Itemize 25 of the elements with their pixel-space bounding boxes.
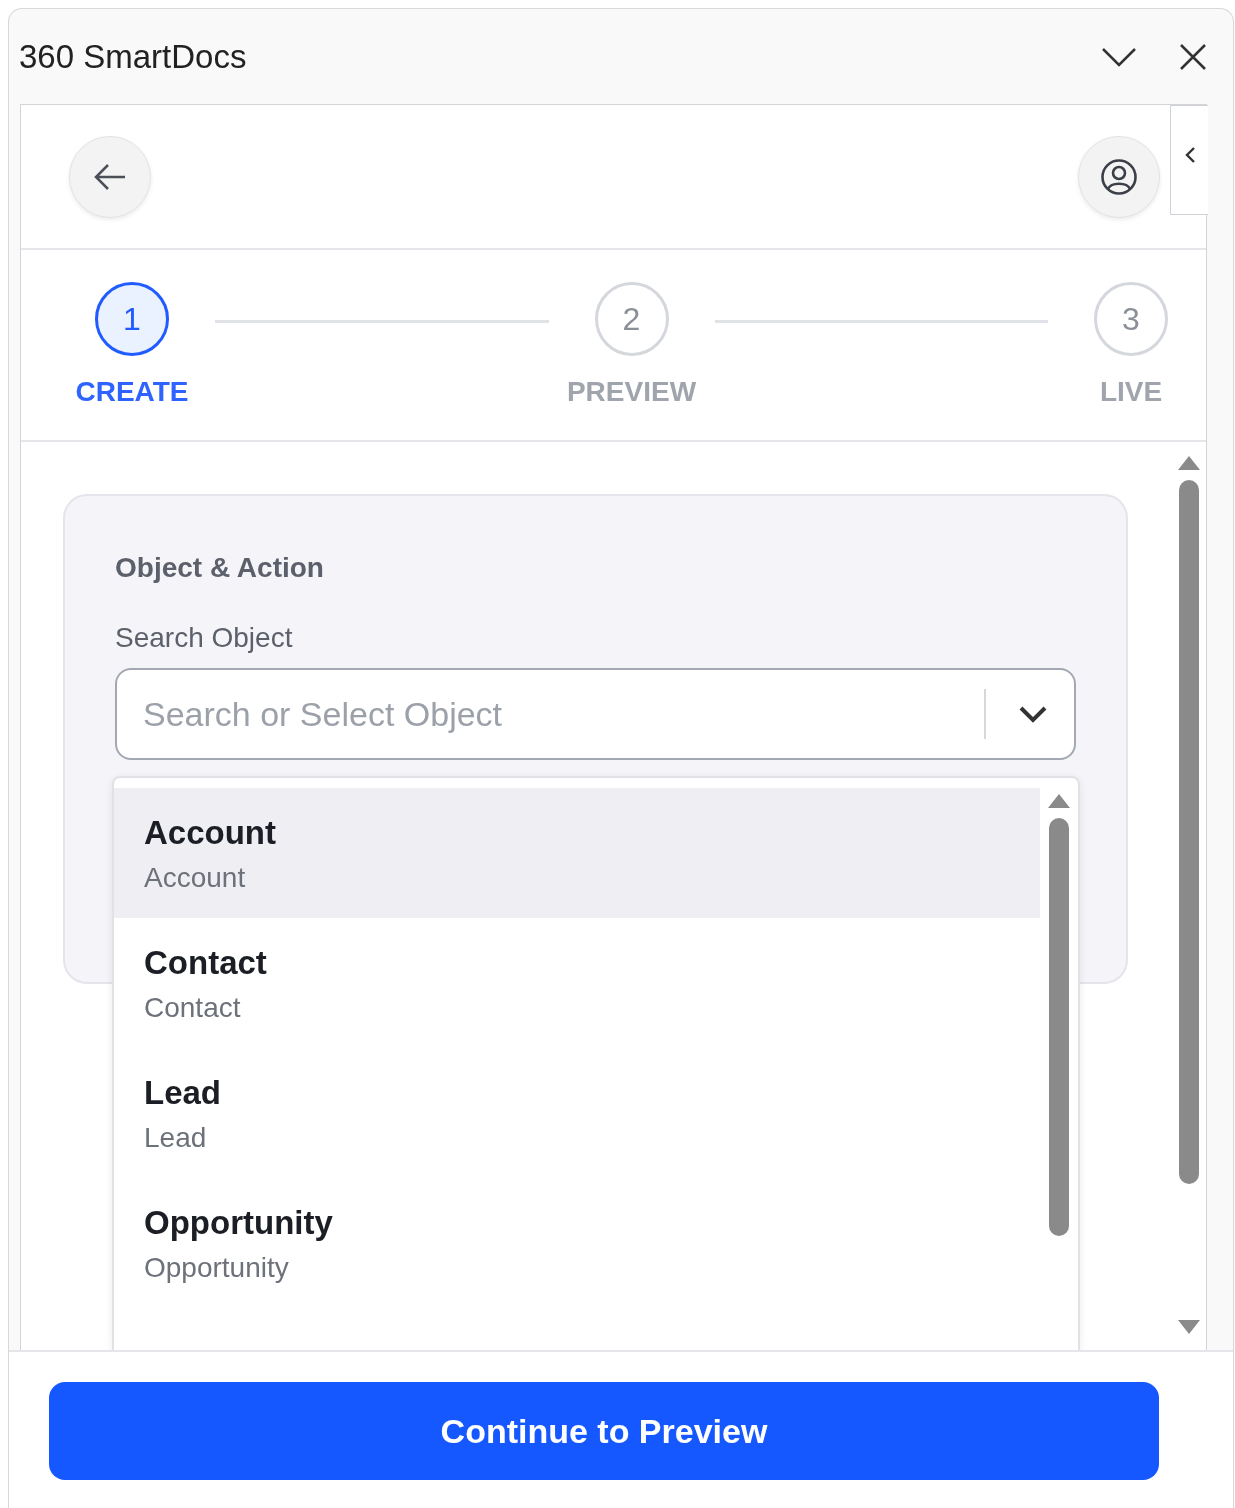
arrow-left-icon — [93, 162, 127, 191]
step-label: PREVIEW — [566, 376, 697, 408]
window-title: 360 SmartDocs — [19, 37, 248, 76]
step-label: LIVE — [1099, 376, 1163, 408]
dropdown-option[interactable]: Lead Lead — [114, 1048, 1040, 1178]
scrollbar-thumb[interactable] — [1179, 480, 1199, 1184]
field-label: Search Object — [115, 622, 294, 654]
chevron-down-icon — [1018, 705, 1048, 723]
user-icon — [1100, 157, 1138, 196]
chevron-left-icon — [1183, 146, 1196, 164]
scroll-up-icon[interactable] — [1047, 792, 1071, 810]
step-label: CREATE — [75, 376, 189, 408]
chevron-down-icon — [1101, 45, 1137, 68]
side-panel-toggle[interactable] — [1170, 105, 1208, 215]
continue-button[interactable]: Continue to Preview — [49, 1382, 1159, 1480]
dropdown-option[interactable]: Account Account — [114, 788, 1040, 918]
dropdown-option[interactable]: Opportunity Opportunity — [114, 1178, 1040, 1308]
close-icon — [1179, 42, 1207, 71]
step-number[interactable]: 1 — [95, 282, 169, 356]
scrollbar-thumb[interactable] — [1049, 818, 1069, 1236]
scroll-up-icon[interactable] — [1177, 454, 1201, 472]
dropdown-option[interactable]: Contact Contact — [114, 918, 1040, 1048]
search-field[interactable]: Search or Select Object — [115, 668, 1076, 760]
scroll-down-icon[interactable] — [1177, 1318, 1201, 1336]
section-title: Object & Action — [115, 552, 325, 584]
